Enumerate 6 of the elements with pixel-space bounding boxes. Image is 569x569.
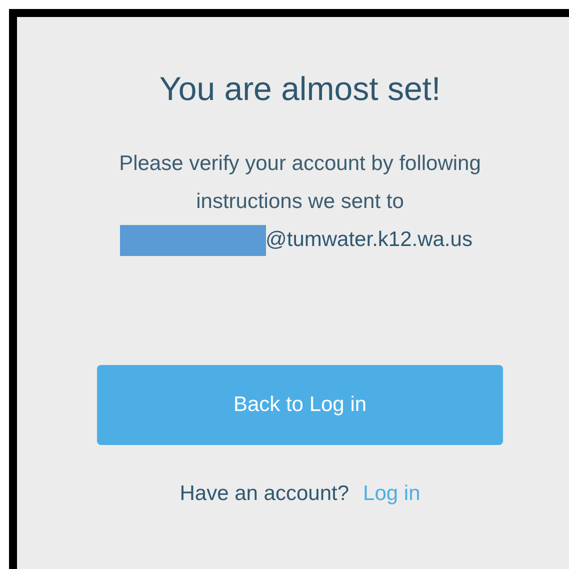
login-link[interactable]: Log in	[363, 478, 420, 510]
email-text: @tumwater.k12.wa.us	[266, 227, 472, 253]
account-prompt: Have an account?	[180, 481, 350, 507]
back-to-login-button[interactable]: Back to Log in	[97, 365, 503, 445]
heading: You are almost set!	[158, 69, 442, 109]
message-text: Please verify your account by following instructions we sent to	[118, 151, 482, 215]
